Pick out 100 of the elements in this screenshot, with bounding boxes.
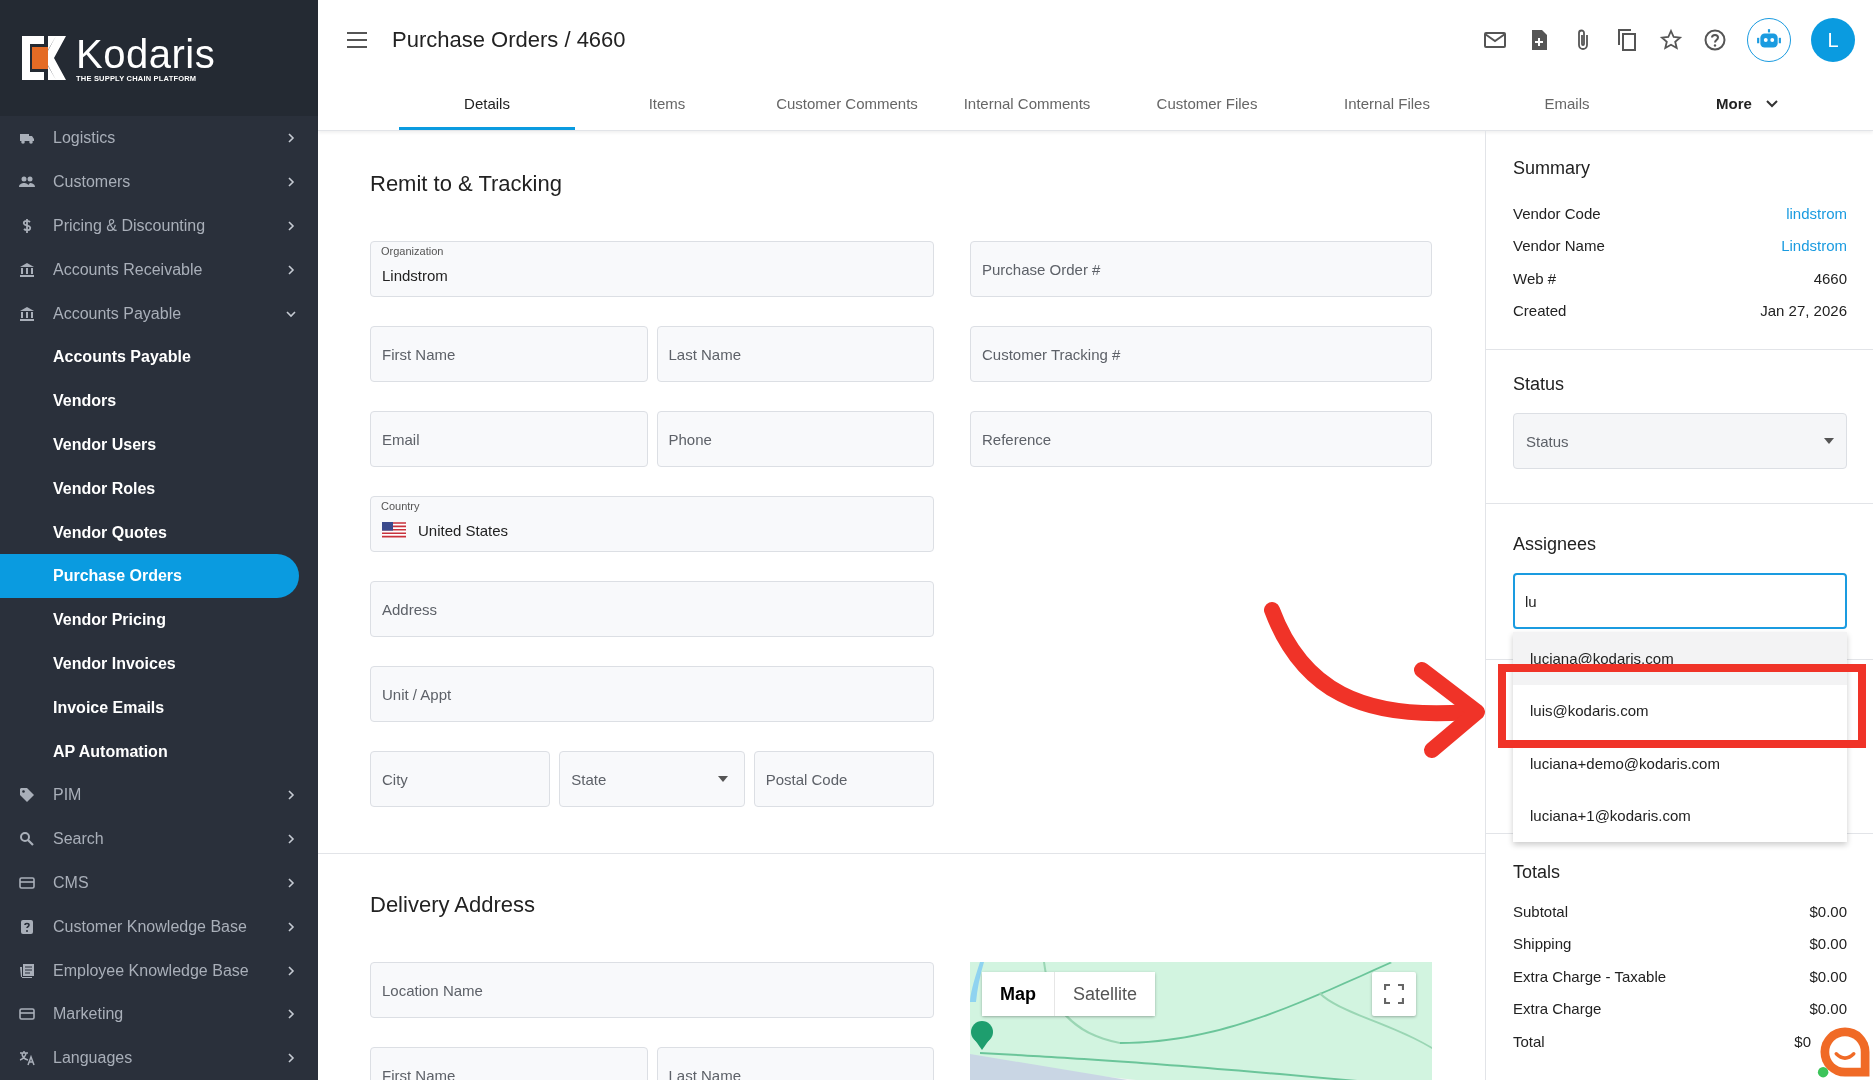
- nav-subitem[interactable]: Accounts Payable: [0, 335, 299, 380]
- nav-subitem[interactable]: AP Automation: [0, 729, 299, 774]
- total-value: $0: [1794, 1032, 1811, 1050]
- summary-link[interactable]: Lindstrom: [1781, 237, 1847, 255]
- text-field[interactable]: First Name: [370, 326, 648, 382]
- total-value: $0.00: [1809, 935, 1847, 953]
- nav-item[interactable]: Customer Knowledge Base: [0, 904, 318, 949]
- nav-item[interactable]: Marketing: [0, 992, 318, 1037]
- text-field[interactable]: Phone: [656, 411, 934, 467]
- total-label: Subtotal: [1513, 902, 1569, 920]
- text-field[interactable]: First Name: [370, 1047, 648, 1080]
- tab[interactable]: Internal Files: [1299, 80, 1475, 130]
- caret-icon: [717, 776, 728, 782]
- text-field[interactable]: Reference: [970, 411, 1432, 467]
- assignee-search-field[interactable]: lu: [1513, 573, 1847, 629]
- panel-title: Assignees: [1513, 534, 1598, 555]
- total-value: $0.00: [1809, 1000, 1847, 1018]
- tab[interactable]: Details: [399, 80, 575, 130]
- nav-subitem[interactable]: Vendor Pricing: [0, 598, 299, 643]
- nav-subitem[interactable]: Vendor Roles: [0, 466, 299, 511]
- panel-title: Totals: [1513, 862, 1562, 883]
- text-field[interactable]: City: [370, 751, 551, 807]
- nav-item[interactable]: Accounts Receivable: [0, 247, 318, 292]
- chevron-icon: [286, 921, 296, 932]
- page-title: Purchase Orders / 4660: [392, 27, 626, 53]
- nav-item[interactable]: Employee Knowledge Base: [0, 948, 318, 993]
- text-field[interactable]: Last Name: [656, 326, 934, 382]
- text-field[interactable]: Purchase Order #: [970, 241, 1432, 297]
- star-icon[interactable]: [1659, 28, 1683, 52]
- total-label: Total: [1513, 1032, 1545, 1050]
- state-select[interactable]: State: [559, 751, 745, 807]
- nav-subitem[interactable]: Vendor Invoices: [0, 642, 299, 686]
- nav-item[interactable]: PIM: [0, 773, 318, 818]
- chevron-icon: [286, 133, 296, 144]
- map-type-button[interactable]: Map: [982, 972, 1055, 1016]
- tab[interactable]: Customer Comments: [759, 80, 935, 130]
- summary-link[interactable]: lindstrom: [1786, 204, 1847, 222]
- summary-label: Vendor Code: [1513, 204, 1601, 222]
- more-menu[interactable]: More: [1659, 80, 1835, 130]
- text-field[interactable]: Last Name: [656, 1047, 934, 1080]
- text-field[interactable]: Location Name: [370, 962, 934, 1018]
- nav-item[interactable]: Logistics: [0, 116, 318, 161]
- text-field[interactable]: Unit / Appt: [370, 666, 934, 722]
- status-select[interactable]: Status: [1513, 413, 1847, 469]
- nav-item[interactable]: Search: [0, 817, 318, 861]
- section-title: Delivery Address: [370, 892, 537, 918]
- text-field[interactable]: Postal Code: [753, 751, 934, 807]
- panel-title: Summary: [1513, 158, 1591, 179]
- section-title: Remit to & Tracking: [370, 171, 563, 197]
- tab[interactable]: Internal Comments: [939, 80, 1115, 130]
- nav-item[interactable]: Languages: [0, 1036, 318, 1080]
- user-avatar[interactable]: L: [1811, 18, 1855, 62]
- book-icon: [19, 962, 35, 979]
- total-label: Extra Charge: [1513, 1000, 1602, 1018]
- nav-subitem[interactable]: Invoice Emails: [0, 685, 299, 730]
- nav-item[interactable]: Customers: [0, 160, 318, 205]
- nav-subitem[interactable]: Purchase Orders: [0, 554, 299, 599]
- nav-subitem[interactable]: Vendor Quotes: [0, 510, 299, 555]
- tab[interactable]: Customer Files: [1119, 80, 1295, 130]
- nav-item[interactable]: CMS: [0, 861, 318, 905]
- chevron-icon: [1765, 99, 1778, 108]
- search-icon: [19, 831, 35, 848]
- text-field[interactable]: Email: [370, 411, 648, 467]
- suggestion-option[interactable]: luciana+1@kodaris.com: [1513, 789, 1847, 842]
- text-field[interactable]: Address: [370, 581, 934, 637]
- field-label: Country: [381, 500, 420, 512]
- logo-name: Kodaris: [76, 33, 216, 74]
- map-type-button[interactable]: Satellite: [1055, 972, 1156, 1016]
- card-icon: [19, 874, 35, 891]
- translate-icon: [19, 1050, 35, 1067]
- chevron-icon: [286, 308, 296, 319]
- menu-icon[interactable]: [347, 32, 367, 48]
- help-icon[interactable]: [1703, 28, 1727, 52]
- summary-value: Jan 27, 2026: [1760, 302, 1847, 320]
- chevron-icon: [286, 877, 296, 888]
- chevron-icon: [286, 1009, 296, 1020]
- fullscreen-button[interactable]: [1372, 972, 1416, 1016]
- nav-item[interactable]: Accounts Payable: [0, 291, 318, 336]
- nav-subitem[interactable]: Vendor Users: [0, 423, 299, 467]
- assistant-button[interactable]: [1747, 18, 1791, 62]
- suggestion-option[interactable]: luis@kodaris.com: [1513, 684, 1847, 737]
- nav-subitem[interactable]: Vendors: [0, 379, 299, 424]
- country-field[interactable]: Country United States: [370, 496, 934, 552]
- tab[interactable]: Emails: [1479, 80, 1655, 130]
- field-label: Organization: [381, 245, 444, 257]
- card-icon: [19, 1006, 35, 1023]
- copy-icon[interactable]: [1615, 28, 1639, 52]
- suggestion-option[interactable]: luciana+demo@kodaris.com: [1513, 737, 1847, 790]
- chevron-icon: [286, 220, 296, 231]
- text-field[interactable]: Customer Tracking #: [970, 326, 1432, 382]
- chevron-icon: [286, 264, 296, 275]
- nav-item[interactable]: Pricing & Discounting: [0, 204, 318, 248]
- total-value: $0.00: [1809, 902, 1847, 920]
- logo-icon: [20, 34, 68, 83]
- organization-field[interactable]: Organization Lindstrom: [370, 241, 934, 297]
- tag-icon: [19, 787, 35, 804]
- bank-icon: [19, 305, 35, 322]
- summary-label: Vendor Name: [1513, 237, 1605, 255]
- tab[interactable]: Items: [579, 80, 755, 130]
- flag-icon: [382, 522, 406, 538]
